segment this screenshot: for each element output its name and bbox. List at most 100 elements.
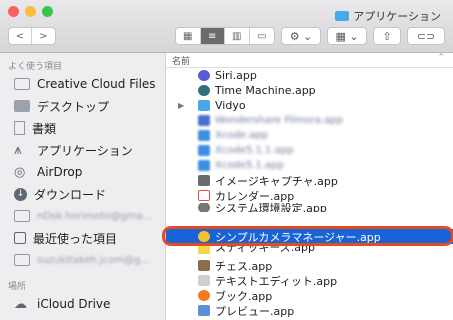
- list-item-label: ブック.app: [215, 289, 273, 303]
- app-icon: [198, 160, 210, 171]
- gallery-view-button[interactable]: ▭: [250, 28, 274, 44]
- list-item[interactable]: ブック.app: [166, 288, 453, 303]
- sidebar-item-network-folder-2[interactable]: suzukitakeh.jcom@g...: [14, 249, 150, 271]
- sidebar-item-desktop[interactable]: デスクトップ: [14, 95, 109, 117]
- column-view-button[interactable]: ▥: [225, 28, 250, 44]
- sidebar-item-label: アプリケーション: [37, 143, 133, 158]
- list-item[interactable]: プレビュー.app: [166, 303, 453, 318]
- preview-app-icon: [198, 305, 210, 316]
- download-icon: ↓: [14, 187, 27, 201]
- tags-button[interactable]: ⊂⊃: [407, 27, 445, 45]
- list-item[interactable]: カレンダー.app: [166, 188, 453, 203]
- sidebar-item-airdrop[interactable]: ◎ AirDrop: [14, 161, 82, 183]
- applications-icon: ⩚: [14, 142, 22, 158]
- list-item[interactable]: Xcode5.1.1.app: [166, 143, 453, 158]
- list-item[interactable]: Wondershare Filmora.app: [166, 113, 453, 128]
- group-menu-button[interactable]: ▦ ⌄: [327, 27, 367, 45]
- sidebar-item-applications[interactable]: ⩚ アプリケーション: [14, 139, 133, 161]
- forward-icon: >: [39, 30, 48, 42]
- sort-indicator-icon: ⌃: [437, 53, 445, 63]
- list-item-label: Xcode5.1.1.app: [215, 145, 294, 156]
- list-item-label: カレンダー.app: [215, 189, 295, 203]
- list-item[interactable]: Siri.app: [166, 68, 453, 83]
- cloud-icon: ☁: [14, 296, 27, 312]
- system-preferences-app-icon: [198, 203, 210, 212]
- list-item-label: スティッキーズ.app: [215, 245, 315, 254]
- folder-icon: [198, 100, 210, 111]
- sidebar-item-creative-cloud-files[interactable]: Creative Cloud Files: [14, 73, 156, 95]
- chess-app-icon: [198, 260, 210, 271]
- list-item[interactable]: Xcode5.1.app: [166, 158, 453, 173]
- file-list: 名前 ⌃ Siri.app Time Machine.app ▶ Vidyo W…: [166, 53, 453, 320]
- sidebar-item-downloads[interactable]: ↓ ダウンロード: [14, 183, 106, 205]
- sidebar: よく使う項目 Creative Cloud Files デスクトップ 書類 ⩚ …: [0, 53, 166, 320]
- sidebar-item-label: nDsk.horimoto@gma...: [37, 210, 153, 222]
- folder-icon: [14, 210, 30, 222]
- list-item[interactable]: チェス.app: [166, 258, 453, 273]
- list-item[interactable]: Xcode.app: [166, 128, 453, 143]
- back-button[interactable]: <: [9, 28, 32, 44]
- list-item-label: イメージキャプチャ.app: [215, 174, 338, 188]
- list-item[interactable]: スティッキーズ.app: [166, 245, 453, 254]
- image-capture-app-icon: [198, 175, 210, 186]
- share-button[interactable]: ⇧: [373, 27, 401, 45]
- icon-view-button[interactable]: ▦: [176, 28, 201, 44]
- books-app-icon: [198, 290, 210, 301]
- recents-icon: [14, 232, 26, 244]
- app-icon: [198, 145, 210, 156]
- back-icon: <: [15, 30, 25, 42]
- favorites-section-label: よく使う項目: [8, 62, 63, 72]
- tag-icon: ⊂⊃: [416, 29, 436, 43]
- sidebar-item-label: suzukitakeh.jcom@g...: [37, 254, 150, 266]
- folder-icon: [14, 78, 30, 90]
- sidebar-item-documents[interactable]: 書類: [14, 117, 56, 139]
- sidebar-item-label: Creative Cloud Files: [37, 77, 156, 91]
- list-item-label: Siri.app: [215, 69, 257, 82]
- name-column-header: 名前: [172, 57, 191, 67]
- list-item-label: Vidyo: [215, 99, 246, 112]
- airdrop-icon: ◎: [14, 164, 26, 180]
- sidebar-item-network-folder-1[interactable]: nDsk.horimoto@gma...: [14, 205, 152, 227]
- list-view-button[interactable]: ≡: [200, 28, 225, 44]
- folder-icon: [335, 11, 350, 21]
- action-menu-button[interactable]: ⚙ ⌄: [281, 27, 321, 45]
- sidebar-item-label: デスクトップ: [37, 99, 110, 114]
- window-title: アプリケーション: [335, 8, 441, 24]
- sidebar-item-label: 最近使った項目: [33, 231, 118, 246]
- list-item[interactable]: イメージキャプチャ.app: [166, 173, 453, 188]
- zoom-window-button[interactable]: [42, 6, 53, 17]
- folder-icon: [14, 254, 30, 266]
- list-item-label: チェス.app: [215, 259, 273, 273]
- list-item[interactable]: システム環境設定.app: [166, 203, 453, 212]
- list-item[interactable]: テキストエディット.app: [166, 273, 453, 288]
- list-item-label: Time Machine.app: [215, 84, 316, 97]
- disclosure-triangle-icon[interactable]: ▶: [178, 101, 184, 110]
- share-icon: ⇧: [382, 29, 392, 43]
- minimize-window-button[interactable]: [25, 6, 36, 17]
- app-icon: [198, 130, 210, 141]
- window-title-text: アプリケーション: [353, 10, 441, 23]
- list-item-label: システム環境設定.app: [215, 203, 327, 212]
- finder-window: アプリケーション < > ▦ ≡ ▥ ▭ ⚙ ⌄ ▦ ⌄ ⇧ ⊂⊃ よく使う項目: [0, 0, 453, 320]
- close-window-button[interactable]: [8, 6, 19, 17]
- list-item[interactable]: Time Machine.app: [166, 83, 453, 98]
- group-icon: ▦ ⌄: [335, 29, 359, 43]
- desktop-icon: [14, 100, 30, 112]
- highlight-annotation: [162, 226, 453, 246]
- list-item-label: プレビュー.app: [215, 304, 295, 318]
- sidebar-item-label: ダウンロード: [34, 187, 107, 202]
- sidebar-item-label: AirDrop: [37, 165, 83, 179]
- forward-button[interactable]: >: [32, 28, 55, 44]
- icon-view-icon: ▦: [183, 30, 193, 42]
- sidebar-item-label: iCloud Drive: [37, 297, 111, 311]
- sidebar-item-icloud-drive[interactable]: ☁ iCloud Drive: [14, 293, 110, 315]
- document-icon: [14, 121, 25, 135]
- siri-app-icon: [198, 70, 210, 81]
- list-view-icon: ≡: [208, 30, 217, 42]
- sidebar-item-recents[interactable]: 最近使った項目: [14, 227, 117, 249]
- list-item[interactable]: ▶ Vidyo: [166, 98, 453, 113]
- column-view-icon: ▥: [232, 30, 242, 42]
- column-header[interactable]: 名前 ⌃: [166, 53, 453, 68]
- places-section-label: 場所: [8, 282, 27, 292]
- app-icon: [198, 115, 210, 126]
